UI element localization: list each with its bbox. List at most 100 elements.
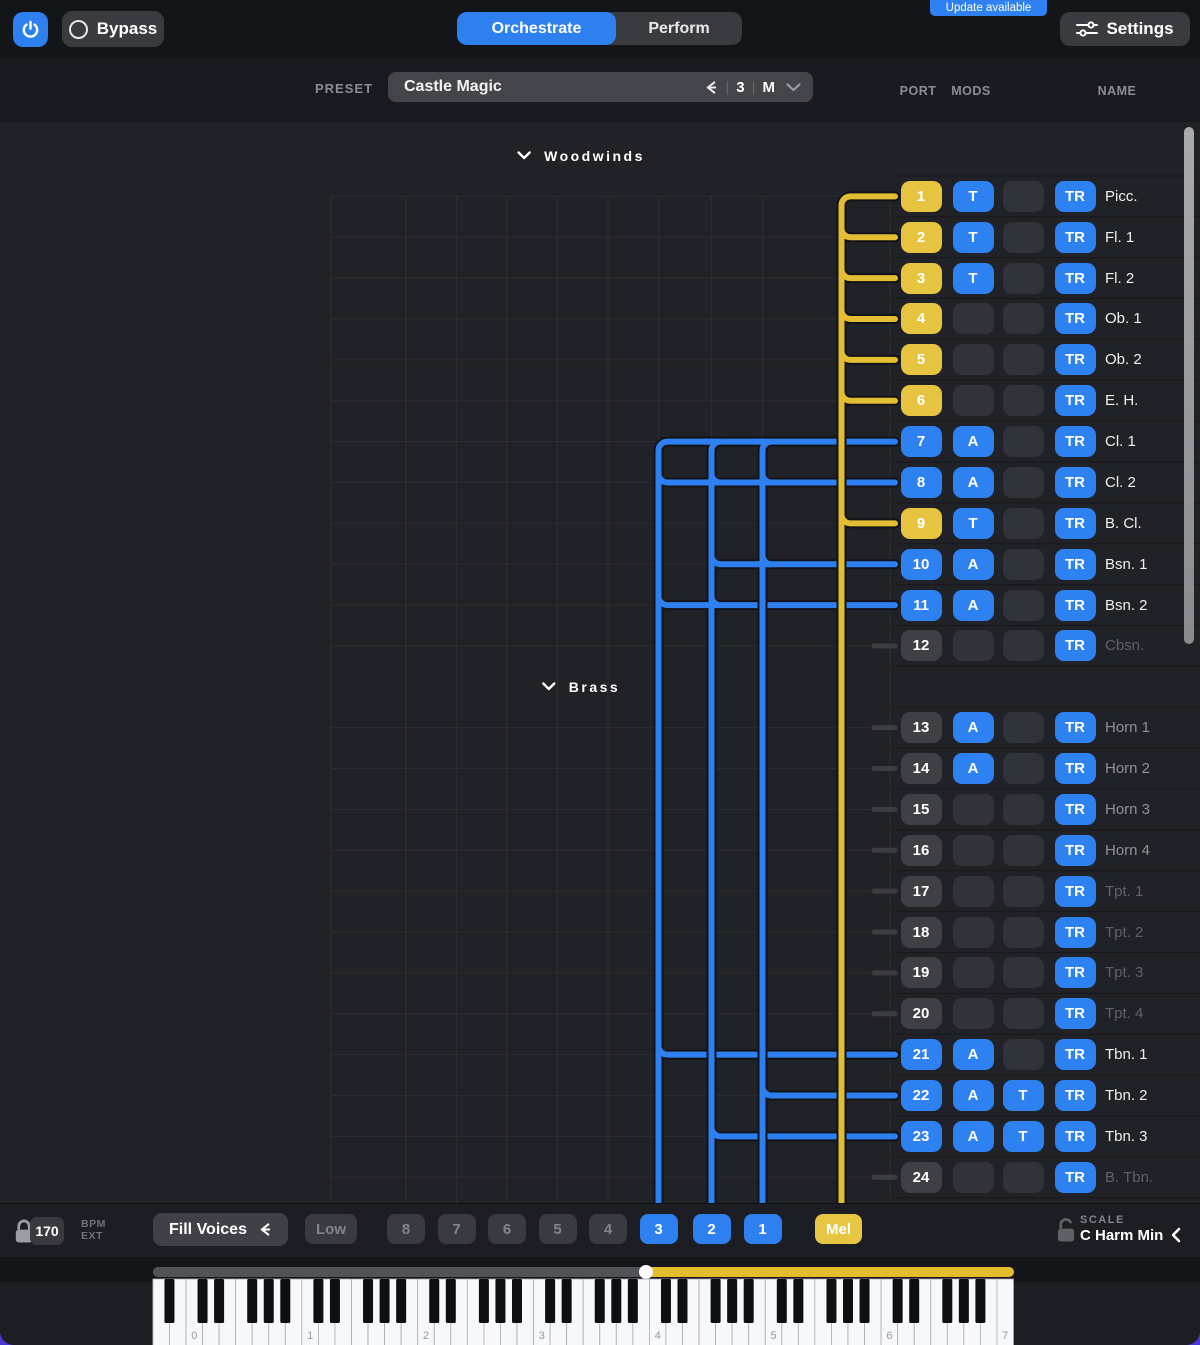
voice-mode-badge-11[interactable]: A (953, 590, 994, 621)
voice-mode-badge-12[interactable] (953, 630, 994, 661)
piano-key-black[interactable] (959, 1279, 969, 1323)
port-badge-9[interactable]: 9 (901, 508, 942, 539)
voice-mode-badge-18[interactable] (953, 917, 994, 948)
voice-mode-badge-5[interactable] (953, 344, 994, 375)
piano-key-black[interactable] (380, 1279, 390, 1323)
mod-badge-12[interactable] (1003, 630, 1044, 661)
tr-badge-12[interactable]: TR (1055, 630, 1096, 661)
piano-key-black[interactable] (611, 1279, 621, 1323)
port-badge-5[interactable]: 5 (901, 344, 942, 375)
piano-key-black[interactable] (363, 1279, 373, 1323)
piano-key-black[interactable] (198, 1279, 208, 1323)
port-badge-3[interactable]: 3 (901, 263, 942, 294)
voice-mode-badge-22[interactable]: A (953, 1080, 994, 1111)
piano-key-black[interactable] (313, 1279, 323, 1323)
port-badge-6[interactable]: 6 (901, 385, 942, 416)
piano-key-black[interactable] (164, 1279, 174, 1323)
bypass-button[interactable]: Bypass (62, 11, 164, 47)
port-badge-7[interactable]: 7 (901, 426, 942, 457)
scrollbar-thumb[interactable] (1184, 127, 1194, 644)
piano-key-black[interactable] (942, 1279, 952, 1323)
voice-mode-badge-3[interactable]: T (953, 263, 994, 294)
piano-key-black[interactable] (843, 1279, 853, 1323)
piano-key-black[interactable] (826, 1279, 836, 1323)
mod-badge-10[interactable] (1003, 549, 1044, 580)
piano-key-black[interactable] (495, 1279, 505, 1323)
mod-badge-21[interactable] (1003, 1039, 1044, 1070)
port-badge-19[interactable]: 19 (901, 957, 942, 988)
piano-key-black[interactable] (545, 1279, 555, 1323)
tr-badge-19[interactable]: TR (1055, 957, 1096, 988)
piano-key-black[interactable] (247, 1279, 257, 1323)
voice-mode-badge-24[interactable] (953, 1162, 994, 1193)
mod-badge-13[interactable] (1003, 712, 1044, 743)
voice-mode-badge-4[interactable] (953, 303, 994, 334)
port-badge-13[interactable]: 13 (901, 712, 942, 743)
piano-key-black[interactable] (975, 1279, 985, 1323)
piano-key-black[interactable] (264, 1279, 274, 1323)
keyboard-range-active[interactable] (640, 1267, 1014, 1277)
voice-mode-badge-16[interactable] (953, 835, 994, 866)
mod-badge-20[interactable] (1003, 998, 1044, 1029)
mod-badge-1[interactable] (1003, 181, 1044, 212)
port-badge-17[interactable]: 17 (901, 876, 942, 907)
mod-badge-6[interactable] (1003, 385, 1044, 416)
tr-badge-13[interactable]: TR (1055, 712, 1096, 743)
voice-mode-badge-9[interactable]: T (953, 508, 994, 539)
piano-key-black[interactable] (727, 1279, 737, 1323)
tr-badge-11[interactable]: TR (1055, 590, 1096, 621)
mod-badge-17[interactable] (1003, 876, 1044, 907)
tr-badge-7[interactable]: TR (1055, 426, 1096, 457)
piano-key-black[interactable] (744, 1279, 754, 1323)
mod-badge-22[interactable]: T (1003, 1080, 1044, 1111)
tr-badge-3[interactable]: TR (1055, 263, 1096, 294)
mod-badge-5[interactable] (1003, 344, 1044, 375)
voice-mode-badge-1[interactable]: T (953, 181, 994, 212)
preset-prev-icon[interactable] (705, 81, 718, 94)
mod-badge-23[interactable]: T (1003, 1121, 1044, 1152)
mod-badge-15[interactable] (1003, 794, 1044, 825)
piano-key-black[interactable] (793, 1279, 803, 1323)
voice-mode-badge-2[interactable]: T (953, 222, 994, 253)
tr-badge-22[interactable]: TR (1055, 1080, 1096, 1111)
settings-button[interactable]: Settings (1060, 12, 1190, 46)
piano-key-black[interactable] (777, 1279, 787, 1323)
mod-badge-14[interactable] (1003, 753, 1044, 784)
piano-key-black[interactable] (860, 1279, 870, 1323)
port-badge-22[interactable]: 22 (901, 1080, 942, 1111)
port-badge-1[interactable]: 1 (901, 181, 942, 212)
piano-key-black[interactable] (909, 1279, 919, 1323)
section-header-woodwinds[interactable]: Woodwinds (517, 148, 645, 164)
mod-badge-4[interactable] (1003, 303, 1044, 334)
port-badge-11[interactable]: 11 (901, 590, 942, 621)
mod-badge-24[interactable] (1003, 1162, 1044, 1193)
tr-badge-14[interactable]: TR (1055, 753, 1096, 784)
port-badge-14[interactable]: 14 (901, 753, 942, 784)
tr-badge-20[interactable]: TR (1055, 998, 1096, 1029)
mod-badge-11[interactable] (1003, 590, 1044, 621)
piano-key-black[interactable] (330, 1279, 340, 1323)
tr-badge-24[interactable]: TR (1055, 1162, 1096, 1193)
mod-badge-7[interactable] (1003, 426, 1044, 457)
tr-badge-21[interactable]: TR (1055, 1039, 1096, 1070)
tr-badge-18[interactable]: TR (1055, 917, 1096, 948)
tr-badge-5[interactable]: TR (1055, 344, 1096, 375)
voice-mode-badge-13[interactable]: A (953, 712, 994, 743)
section-header-brass[interactable]: Brass (542, 679, 620, 695)
piano-key-black[interactable] (678, 1279, 688, 1323)
keyboard-range-handle[interactable] (639, 1265, 653, 1279)
mod-badge-2[interactable] (1003, 222, 1044, 253)
port-badge-2[interactable]: 2 (901, 222, 942, 253)
mod-badge-3[interactable] (1003, 263, 1044, 294)
tr-badge-4[interactable]: TR (1055, 303, 1096, 334)
piano-key-black[interactable] (893, 1279, 903, 1323)
voice-mode-badge-15[interactable] (953, 794, 994, 825)
mod-badge-19[interactable] (1003, 957, 1044, 988)
port-badge-18[interactable]: 18 (901, 917, 942, 948)
voice-mode-badge-20[interactable] (953, 998, 994, 1029)
voice-mode-badge-21[interactable]: A (953, 1039, 994, 1070)
tab-perform[interactable]: Perform (616, 12, 742, 45)
piano-key-black[interactable] (429, 1279, 439, 1323)
tr-badge-9[interactable]: TR (1055, 508, 1096, 539)
piano-key-black[interactable] (396, 1279, 406, 1323)
